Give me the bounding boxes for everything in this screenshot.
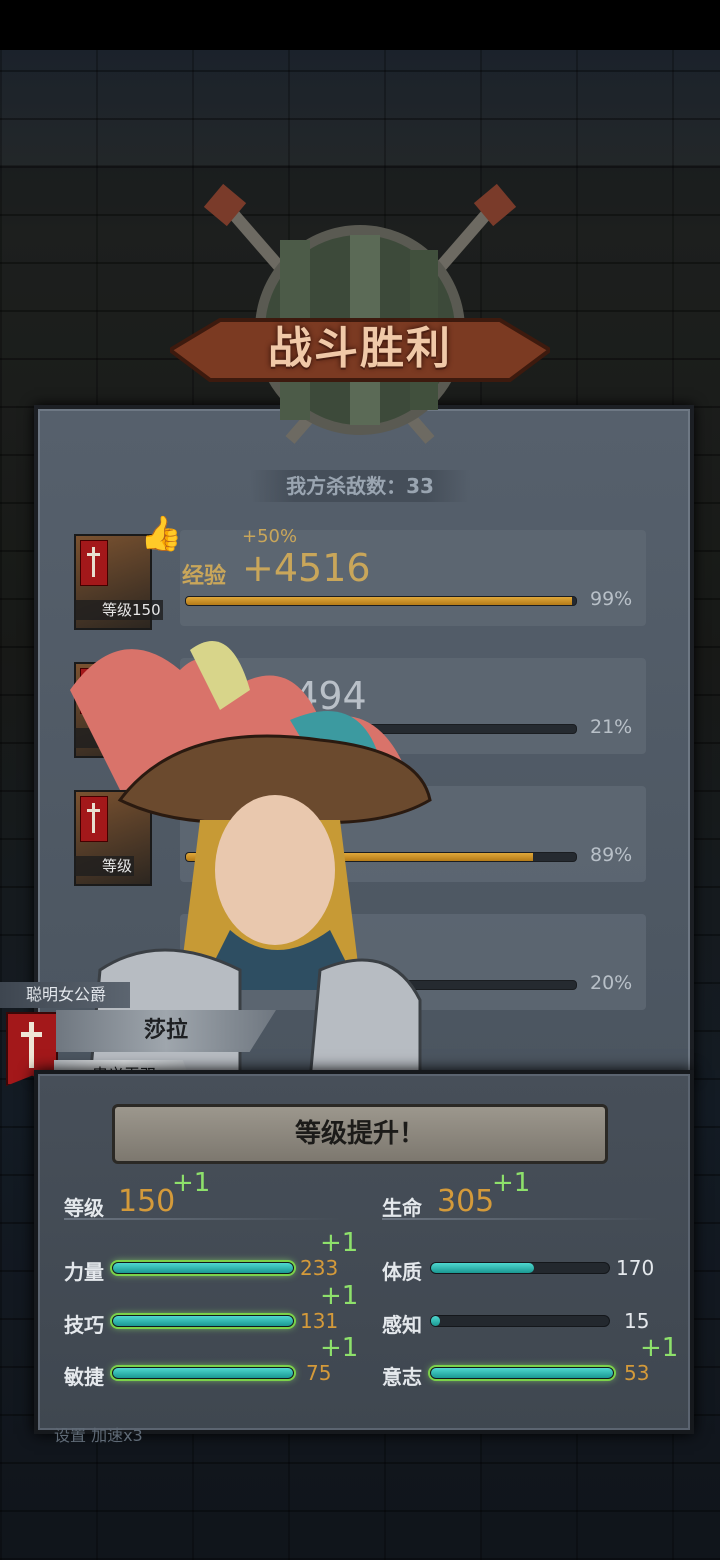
exp-percent: 20%	[590, 972, 633, 994]
level-value: 150	[118, 1184, 176, 1219]
stat-bar	[112, 1262, 294, 1274]
stat-label: 技巧	[64, 1313, 104, 1337]
stat-label: 敏捷	[64, 1365, 104, 1389]
hp-value: 305	[437, 1184, 495, 1219]
stat-value: 53	[624, 1361, 650, 1385]
hero-title: 聪明女公爵	[0, 982, 130, 1008]
victory-title: 战斗胜利	[268, 323, 452, 374]
kill-count: 我方杀敌数：33	[250, 470, 470, 502]
hero-exp-row: 等级150 👍 +50% 经验 +4516 99%	[70, 514, 646, 630]
stat-value: 233	[300, 1256, 339, 1280]
stat-plus: +1	[640, 1333, 679, 1363]
stat-bar-fill	[113, 1316, 293, 1326]
stat-bar	[112, 1315, 294, 1327]
banner-icon	[80, 540, 108, 586]
exp-value: +4516	[242, 546, 371, 590]
stat-bar	[430, 1367, 614, 1379]
kill-count-label: 我方杀敌数：	[286, 474, 407, 498]
stat-bar-fill	[431, 1316, 440, 1326]
level-up-title: 等级提升！	[112, 1104, 608, 1164]
level-tag: 等级150	[74, 600, 163, 620]
kill-count-value: 33	[406, 474, 434, 498]
stat-label: 感知	[382, 1313, 422, 1337]
stat-bar-fill	[431, 1263, 535, 1273]
thumbs-up-icon: 👍	[140, 514, 183, 554]
stat-value: 131	[300, 1309, 339, 1333]
stat-plus: +1	[320, 1228, 359, 1258]
stat-value: 15	[624, 1309, 650, 1333]
exp-percent: 89%	[590, 844, 633, 866]
stat-bar-fill	[113, 1263, 293, 1273]
stat-bar-fill	[113, 1368, 293, 1378]
stat-value: 75	[306, 1361, 332, 1385]
exp-bonus: +50%	[242, 526, 298, 547]
level-label: 等级	[64, 1196, 104, 1220]
divider	[64, 1218, 344, 1220]
exp-percent: 21%	[590, 716, 633, 738]
stat-bar	[430, 1315, 610, 1327]
stat-bar-fill	[431, 1368, 613, 1378]
status-bar	[0, 0, 720, 50]
menu-hint: 设置 加速x3	[54, 1426, 143, 1445]
hero-name: 莎拉	[56, 1010, 276, 1052]
exp-progress-bar	[185, 596, 577, 606]
stat-plus: +1	[320, 1281, 359, 1311]
stat-bar	[430, 1262, 610, 1274]
stat-label: 意志	[382, 1365, 422, 1389]
stat-label: 力量	[64, 1260, 104, 1284]
exp-percent: 99%	[590, 588, 633, 610]
exp-label: 经验	[182, 564, 227, 589]
level-plus: +1	[172, 1168, 211, 1198]
hp-label: 生命	[382, 1196, 422, 1220]
stat-label: 体质	[382, 1260, 422, 1284]
divider	[382, 1218, 662, 1220]
stat-bar	[112, 1367, 294, 1379]
stat-value: 170	[616, 1256, 655, 1280]
exp-progress-fill	[186, 597, 573, 605]
stat-plus: +1	[320, 1333, 359, 1363]
hp-plus: +1	[492, 1168, 531, 1198]
